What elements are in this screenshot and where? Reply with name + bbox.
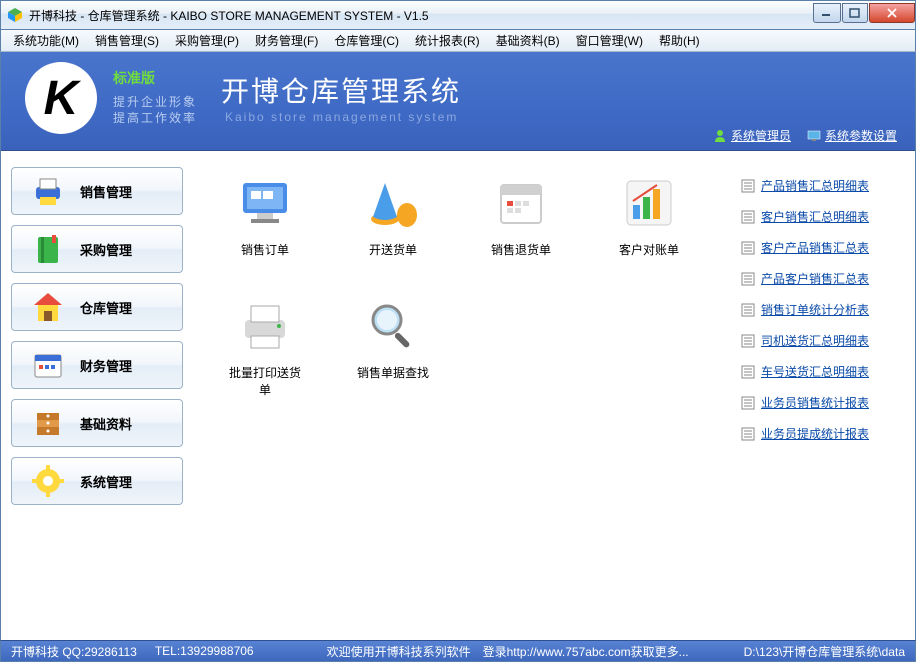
logo: K	[25, 62, 97, 134]
sidebar: 销售管理 采购管理 仓库管理 财务管理 基础资料 系统管理	[1, 151, 193, 640]
report-link[interactable]: 销售订单统计分析表	[741, 301, 903, 318]
sidebar-item-label: 销售管理	[80, 182, 132, 201]
app-icon	[7, 7, 23, 23]
menu-reports[interactable]: 统计报表(R)	[407, 30, 488, 51]
doc-icon	[741, 272, 755, 286]
window-title: 开博科技 - 仓库管理系统 - KAIBO STORE MANAGEMENT S…	[29, 7, 812, 24]
doc-icon	[741, 241, 755, 255]
sidebar-item-system[interactable]: 系统管理	[11, 457, 183, 505]
logo-letter: K	[44, 71, 79, 126]
sidebar-item-label: 系统管理	[80, 472, 132, 491]
sidebar-item-sales[interactable]: 销售管理	[11, 167, 183, 215]
action-sales-order[interactable]: 销售订单	[225, 175, 305, 258]
minimize-button[interactable]	[813, 3, 841, 23]
magnifier-icon	[365, 298, 421, 354]
gear-icon	[30, 463, 66, 499]
sidebar-item-label: 基础资料	[80, 414, 132, 433]
printer-big-icon	[237, 298, 293, 354]
system-subtitle: Kaibo store management system	[225, 110, 458, 124]
printer-icon	[30, 173, 66, 209]
calendar-page-icon	[493, 175, 549, 231]
menu-finance[interactable]: 财务管理(F)	[247, 30, 326, 51]
menu-warehouse[interactable]: 仓库管理(C)	[326, 30, 407, 51]
menu-basedata[interactable]: 基础资料(B)	[488, 30, 568, 51]
action-label: 销售单据查找	[353, 364, 433, 381]
doc-icon	[741, 303, 755, 317]
calendar-icon	[30, 347, 66, 383]
sidebar-item-label: 采购管理	[80, 240, 132, 259]
user-icon	[713, 129, 727, 143]
admin-link[interactable]: 系统管理员	[713, 127, 791, 144]
action-reconcile[interactable]: 客户对账单	[609, 175, 689, 258]
sidebar-item-label: 仓库管理	[80, 298, 132, 317]
status-message: 欢迎使用开博科技系列软件 登录http://www.757abc.com获取更多…	[272, 643, 744, 660]
action-label: 客户对账单	[609, 241, 689, 258]
edition-label: 标准版	[113, 68, 155, 88]
action-label: 批量打印送货单	[225, 364, 305, 398]
cone-icon	[365, 175, 421, 231]
report-link[interactable]: 车号送货汇总明细表	[741, 363, 903, 380]
action-search[interactable]: 销售单据查找	[353, 298, 433, 398]
menu-purchase[interactable]: 采购管理(P)	[167, 30, 247, 51]
report-link[interactable]: 业务员提成统计报表	[741, 425, 903, 442]
status-tel: TEL:13929988706	[155, 644, 254, 658]
status-company: 开博科技 QQ:29286113	[11, 643, 137, 660]
menu-window[interactable]: 窗口管理(W)	[568, 30, 651, 51]
report-link[interactable]: 业务员销售统计报表	[741, 394, 903, 411]
sidebar-item-purchase[interactable]: 采购管理	[11, 225, 183, 273]
menu-help[interactable]: 帮助(H)	[651, 30, 708, 51]
settings-link[interactable]: 系统参数设置	[807, 127, 897, 144]
system-title: 开博仓库管理系统	[221, 70, 461, 110]
menu-system[interactable]: 系统功能(M)	[5, 30, 87, 51]
drawer-icon	[30, 405, 66, 441]
window-titlebar: 开博科技 - 仓库管理系统 - KAIBO STORE MANAGEMENT S…	[0, 0, 916, 30]
sidebar-item-warehouse[interactable]: 仓库管理	[11, 283, 183, 331]
house-icon	[30, 289, 66, 325]
doc-icon	[741, 365, 755, 379]
menubar: 系统功能(M) 销售管理(S) 采购管理(P) 财务管理(F) 仓库管理(C) …	[0, 30, 916, 52]
monitor-icon	[807, 129, 821, 143]
doc-icon	[741, 427, 755, 441]
report-link[interactable]: 产品客户销售汇总表	[741, 270, 903, 287]
action-delivery[interactable]: 开送货单	[353, 175, 433, 258]
action-return[interactable]: 销售退货单	[481, 175, 561, 258]
menu-sales[interactable]: 销售管理(S)	[87, 30, 167, 51]
report-link[interactable]: 司机送货汇总明细表	[741, 332, 903, 349]
chart-icon	[621, 175, 677, 231]
report-list: 产品销售汇总明细表 客户销售汇总明细表 客户产品销售汇总表 产品客户销售汇总表 …	[741, 175, 903, 616]
doc-icon	[741, 179, 755, 193]
doc-icon	[741, 210, 755, 224]
banner: K 标准版 提升企业形象 提高工作效率 开博仓库管理系统 Kaibo store…	[1, 52, 915, 150]
tagline: 提升企业形象 提高工作效率	[113, 94, 197, 126]
action-label: 开送货单	[353, 241, 433, 258]
sidebar-item-basedata[interactable]: 基础资料	[11, 399, 183, 447]
action-label: 销售退货单	[481, 241, 561, 258]
report-link[interactable]: 产品销售汇总明细表	[741, 177, 903, 194]
action-label: 销售订单	[225, 241, 305, 258]
doc-icon	[741, 334, 755, 348]
doc-icon	[741, 396, 755, 410]
report-link[interactable]: 客户销售汇总明细表	[741, 208, 903, 225]
action-batch-print[interactable]: 批量打印送货单	[225, 298, 305, 398]
status-path: D:\123\开博仓库管理系统\data	[744, 643, 905, 660]
report-link[interactable]: 客户产品销售汇总表	[741, 239, 903, 256]
statusbar: 开博科技 QQ:29286113 TEL:13929988706 欢迎使用开博科…	[0, 640, 916, 662]
sidebar-item-finance[interactable]: 财务管理	[11, 341, 183, 389]
monitor-icon	[237, 175, 293, 231]
book-icon	[30, 231, 66, 267]
close-button[interactable]	[869, 3, 915, 23]
sidebar-item-label: 财务管理	[80, 356, 132, 375]
main-content: 销售订单 开送货单 销售退货单 客户对账单	[193, 151, 915, 640]
maximize-button[interactable]	[842, 3, 868, 23]
